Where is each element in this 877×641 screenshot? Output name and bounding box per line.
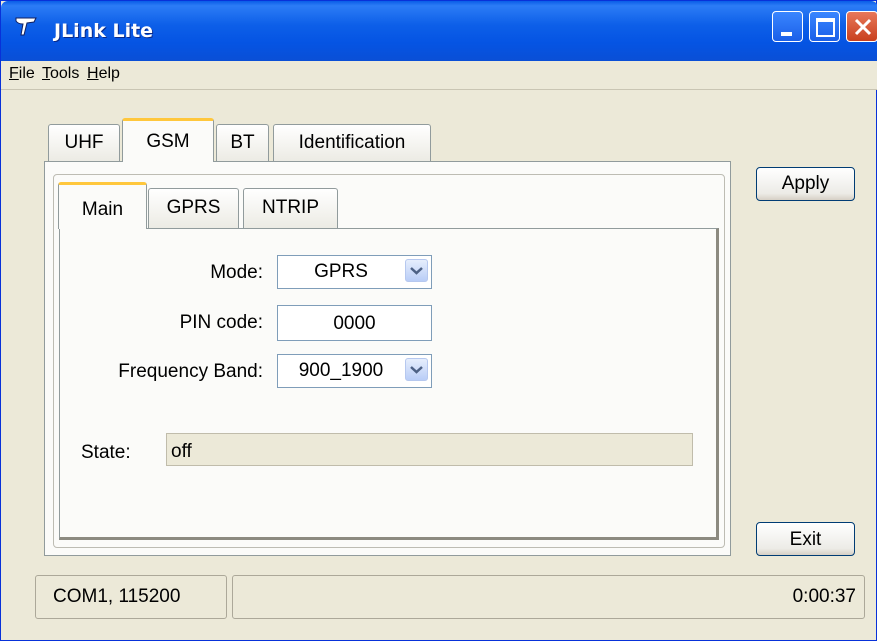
pin-code-input[interactable]: 0000 [277,305,432,341]
frequency-band-select[interactable]: 900_1900 [277,354,432,388]
chevron-down-icon[interactable] [405,259,428,282]
chevron-down-icon[interactable] [405,358,428,381]
tab-ntrip[interactable]: NTRIP [243,188,338,228]
frequency-band-label: Frequency Band: [118,361,263,382]
status-timer: 0:00:37 [792,586,856,607]
title-bar[interactable]: JLink Lite [1,1,877,61]
tab-gprs[interactable]: GPRS [148,188,239,228]
close-icon [854,18,872,36]
exit-button[interactable]: Exit [756,522,855,556]
status-main: 0:00:37 [232,575,865,619]
tab-main[interactable]: Main [58,182,147,229]
app-window: JLink Lite File Tools Help UHF GSM BT Id… [0,0,877,641]
mode-value: GPRS [314,261,368,282]
tab-uhf[interactable]: UHF [48,124,120,161]
status-port: COM1, 115200 [35,575,227,619]
minimize-icon [781,32,792,36]
state-value: off [171,441,192,462]
pin-code-label: PIN code: [179,312,263,333]
apply-button[interactable]: Apply [756,167,855,201]
pin-code-value: 0000 [333,313,376,334]
menu-file[interactable]: File [9,65,35,83]
app-logo-icon [15,17,37,36]
menu-tools[interactable]: Tools [42,65,79,83]
tab-identification[interactable]: Identification [273,124,431,161]
state-field: off [166,433,693,466]
mode-select[interactable]: GPRS [277,255,432,289]
tab-bt[interactable]: BT [216,124,269,161]
maximize-button[interactable] [809,11,840,42]
menu-help[interactable]: Help [87,65,120,83]
mode-label: Mode: [210,262,263,283]
window-title: JLink Lite [54,20,154,42]
maximize-icon [816,18,835,37]
frequency-band-value: 900_1900 [298,360,384,381]
state-label: State: [81,442,131,463]
tab-gsm[interactable]: GSM [122,118,214,162]
minimize-button[interactable] [772,11,803,42]
menu-bar: File Tools Help [1,61,877,90]
close-button[interactable] [846,11,877,42]
